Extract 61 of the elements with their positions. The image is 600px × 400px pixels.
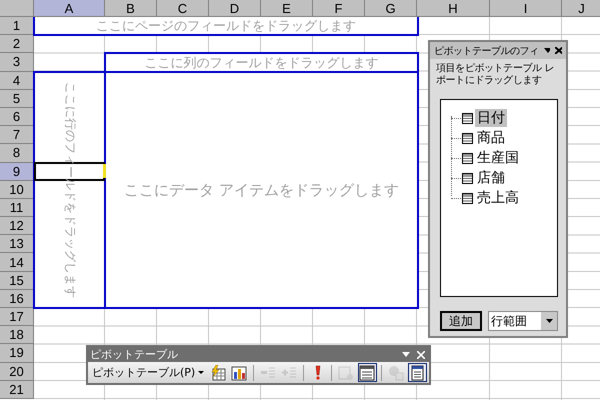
row-header[interactable]: 5 bbox=[0, 90, 34, 108]
close-icon[interactable] bbox=[555, 47, 562, 54]
row-header[interactable]: 21 bbox=[0, 380, 34, 399]
add-button[interactable]: 追加 bbox=[440, 311, 482, 331]
column-header[interactable]: H bbox=[417, 0, 490, 17]
column-header[interactable]: C bbox=[157, 0, 209, 17]
field-item[interactable]: 商品 bbox=[475, 129, 507, 147]
column-header[interactable]: E bbox=[261, 0, 313, 17]
row-header[interactable]: 1 bbox=[0, 17, 34, 36]
row-header[interactable]: 3 bbox=[0, 53, 34, 72]
caret-icon bbox=[198, 371, 204, 374]
row-header[interactable]: 19 bbox=[0, 344, 34, 363]
column-header[interactable]: G bbox=[365, 0, 417, 17]
field-item[interactable]: 日付 bbox=[475, 109, 507, 127]
toolbar-title: ピボットテーブル bbox=[90, 347, 179, 362]
row-header[interactable]: 10 bbox=[0, 180, 34, 199]
hide-detail-icon bbox=[260, 364, 276, 380]
column-header[interactable]: D bbox=[209, 0, 261, 17]
instruction-text: 項目をピボットテーブル レポートにドラッグします bbox=[435, 62, 555, 87]
area-dropdown[interactable]: 行範囲 bbox=[488, 311, 558, 331]
window-title: ピボットテーブルのフィ bbox=[434, 44, 538, 58]
column-header[interactable]: I bbox=[490, 0, 562, 17]
field-item[interactable]: 生産国 bbox=[475, 149, 521, 167]
field-item[interactable]: 店舗 bbox=[475, 169, 507, 187]
drop-hint: ここに行のフィールドをドラッグします bbox=[62, 82, 78, 298]
row-header[interactable]: 2 bbox=[0, 35, 34, 54]
show-detail-icon bbox=[281, 364, 298, 380]
field-list-icon bbox=[359, 364, 376, 380]
drop-hint: ここにページのフィールドをドラッグします bbox=[96, 18, 356, 34]
fill-handle[interactable] bbox=[103, 164, 106, 178]
row-header[interactable]: 6 bbox=[0, 108, 34, 126]
column-header[interactable]: B bbox=[105, 0, 157, 17]
row-header[interactable]: 8 bbox=[0, 144, 34, 162]
row-header[interactable]: 18 bbox=[0, 326, 34, 344]
field-settings-icon bbox=[338, 364, 354, 380]
column-header[interactable]: F bbox=[313, 0, 365, 17]
dropdown-arrow-icon bbox=[546, 319, 552, 323]
row-header[interactable]: 9 bbox=[0, 162, 34, 181]
row-header[interactable]: 13 bbox=[0, 235, 34, 254]
cell-options-icon bbox=[388, 364, 404, 380]
dropdown-icon[interactable] bbox=[402, 352, 410, 357]
drop-hint: ここにデータ アイテムをドラッグします bbox=[124, 180, 399, 200]
row-header[interactable]: 12 bbox=[0, 217, 34, 236]
row-header[interactable]: 16 bbox=[0, 290, 34, 308]
drop-hint: ここに列のフィールドをドラッグします bbox=[144, 54, 378, 72]
column-header[interactable]: A bbox=[34, 0, 105, 17]
table-lightning-icon bbox=[210, 364, 226, 380]
always-show-button[interactable] bbox=[408, 363, 427, 382]
chart-icon bbox=[231, 364, 248, 380]
row-header[interactable]: 14 bbox=[0, 253, 34, 272]
row-header[interactable]: 11 bbox=[0, 198, 34, 218]
document-icon bbox=[409, 364, 426, 380]
row-header[interactable]: 4 bbox=[0, 72, 34, 90]
field-list-button[interactable] bbox=[358, 363, 378, 382]
column-header[interactable]: J bbox=[562, 0, 600, 17]
field-item[interactable]: 売上高 bbox=[475, 189, 521, 207]
row-header[interactable]: 15 bbox=[0, 272, 34, 290]
dropdown-icon[interactable] bbox=[544, 48, 550, 53]
row-header[interactable]: 17 bbox=[0, 308, 34, 326]
row-header[interactable]: 20 bbox=[0, 362, 34, 381]
row-header[interactable]: 7 bbox=[0, 126, 34, 144]
